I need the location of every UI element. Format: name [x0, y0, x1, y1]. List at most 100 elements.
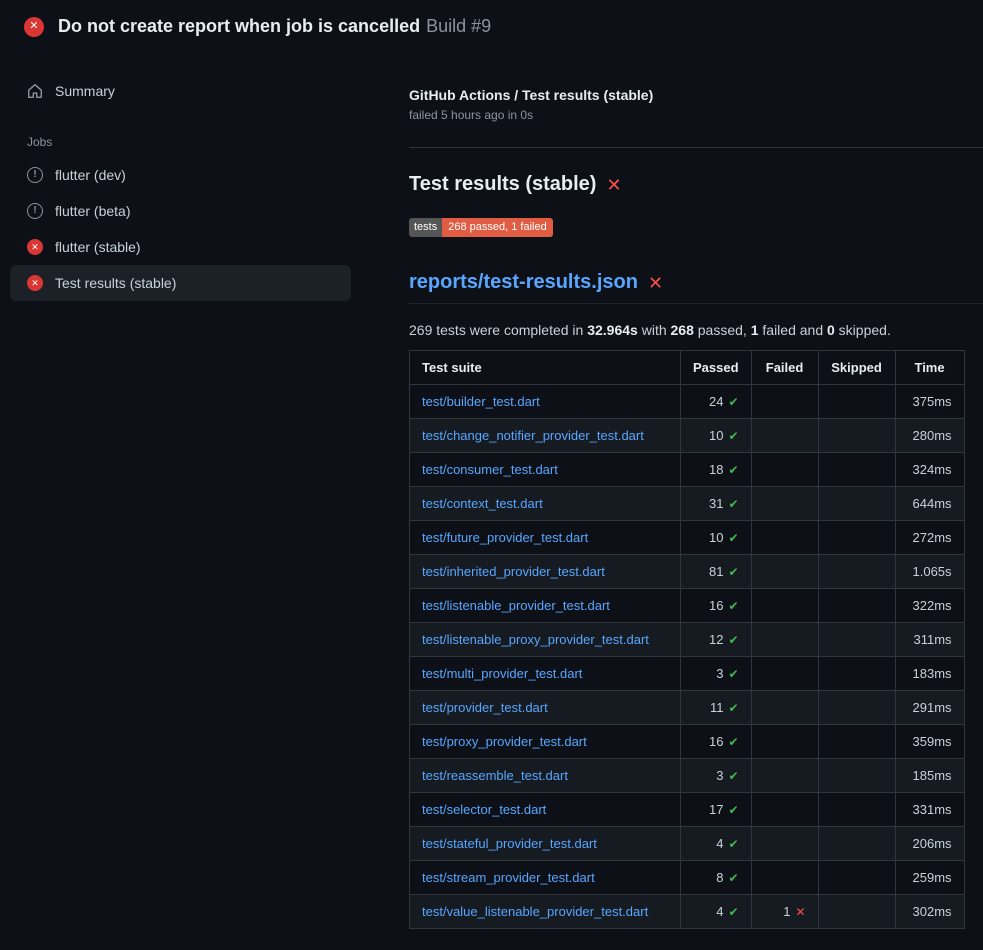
header-row: Test suite Passed Failed Skipped Time: [410, 351, 965, 385]
time-cell: 322ms: [895, 589, 964, 623]
skipped-cell: [818, 385, 895, 419]
summary-text: 269 tests were completed in: [409, 322, 587, 338]
failed-cell: [751, 657, 818, 691]
sidebar-item-summary[interactable]: Summary: [10, 73, 351, 109]
suite-cell: test/provider_test.dart: [410, 691, 681, 725]
sidebar: Summary Jobs ! flutter (dev) ! flutter (…: [0, 51, 361, 301]
suite-cell: test/context_test.dart: [410, 487, 681, 521]
suite-cell: test/stateful_provider_test.dart: [410, 827, 681, 861]
table-row: test/change_notifier_provider_test.dart 1…: [410, 419, 965, 453]
passed-cell: 31✔: [681, 487, 752, 521]
check-icon: ✔: [728, 667, 738, 681]
passed-count: 3: [716, 666, 723, 681]
passed-cell: 11✔: [681, 691, 752, 725]
home-icon: [27, 83, 43, 99]
passed-count: 17: [709, 802, 723, 817]
passed-count: 16: [709, 734, 723, 749]
suite-cell: test/builder_test.dart: [410, 385, 681, 419]
suite-cell: test/stream_provider_test.dart: [410, 861, 681, 895]
table-row: test/value_listenable_provider_test.dart…: [410, 895, 965, 929]
table-row: test/stream_provider_test.dart8✔259ms: [410, 861, 965, 895]
check-icon: ✔: [728, 837, 738, 851]
test-suite-link[interactable]: test/selector_test.dart: [422, 802, 546, 817]
test-suite-link[interactable]: test/change_notifier_provider_test.dart: [422, 428, 644, 443]
alert-circle-icon: !: [27, 167, 43, 183]
time-cell: 359ms: [895, 725, 964, 759]
failed-cell: [751, 861, 818, 895]
column-header-passed: Passed: [681, 351, 752, 385]
x-circle-icon: ✕: [27, 239, 43, 255]
table-row: test/reassemble_test.dart3✔185ms: [410, 759, 965, 793]
check-icon: ✔: [728, 905, 738, 919]
table-row: test/inherited_provider_test.dart81✔1.06…: [410, 555, 965, 589]
sidebar-item-label: Summary: [55, 83, 115, 99]
suite-cell: test/inherited_provider_test.dart: [410, 555, 681, 589]
test-suite-link[interactable]: test/listenable_proxy_provider_test.dart: [422, 632, 649, 647]
passed-cell: 4✔: [681, 827, 752, 861]
test-suite-link[interactable]: test/multi_provider_test.dart: [422, 666, 582, 681]
test-suite-link[interactable]: test/stream_provider_test.dart: [422, 870, 595, 885]
divider: [409, 147, 983, 148]
column-header-skipped: Skipped: [818, 351, 895, 385]
alert-glyph: !: [33, 170, 36, 180]
build-number: Build #9: [426, 16, 491, 36]
results-table: Test suite Passed Failed Skipped Time te…: [409, 350, 965, 929]
summary-duration: 32.964s: [587, 322, 638, 338]
report-title-link[interactable]: reports/test-results.json: [409, 271, 638, 294]
test-suite-link[interactable]: test/inherited_provider_test.dart: [422, 564, 605, 579]
skipped-cell: [818, 589, 895, 623]
section-title-text: Test results (stable): [409, 173, 596, 196]
failed-cell: [751, 725, 818, 759]
x-circle-icon: ✕: [24, 17, 44, 37]
sidebar-item-label: flutter (stable): [55, 239, 141, 255]
skipped-cell: [818, 419, 895, 453]
sidebar-item-flutter-stable[interactable]: ✕ flutter (stable): [10, 229, 351, 265]
check-icon: ✔: [728, 701, 738, 715]
test-suite-link[interactable]: test/listenable_provider_test.dart: [422, 598, 610, 613]
check-icon: ✔: [728, 633, 738, 647]
skipped-cell: [818, 895, 895, 929]
tests-badge: tests 268 passed, 1 failed: [409, 218, 553, 237]
test-suite-link[interactable]: test/stateful_provider_test.dart: [422, 836, 597, 851]
test-suite-link[interactable]: test/reassemble_test.dart: [422, 768, 568, 783]
passed-count: 12: [709, 632, 723, 647]
test-suite-link[interactable]: test/provider_test.dart: [422, 700, 548, 715]
table-row: test/builder_test.dart24✔375ms: [410, 385, 965, 419]
x-mark-icon: ✕: [795, 905, 805, 919]
test-suite-link[interactable]: test/future_provider_test.dart: [422, 530, 588, 545]
time-cell: 206ms: [895, 827, 964, 861]
suite-cell: test/future_provider_test.dart: [410, 521, 681, 555]
summary-text: failed and: [759, 322, 828, 338]
passed-count: 4: [716, 836, 723, 851]
failed-cell: [751, 419, 818, 453]
sidebar-item-flutter-dev[interactable]: ! flutter (dev): [10, 157, 351, 193]
suite-cell: test/reassemble_test.dart: [410, 759, 681, 793]
test-suite-link[interactable]: test/consumer_test.dart: [422, 462, 558, 477]
test-suite-link[interactable]: test/context_test.dart: [422, 496, 543, 511]
sidebar-item-test-results-stable[interactable]: ✕ Test results (stable): [10, 265, 351, 301]
passed-cell: 18✔: [681, 453, 752, 487]
check-run-page: ✕ Do not create report when job is cance…: [0, 0, 983, 929]
summary-text: with: [638, 322, 671, 338]
table-row: test/consumer_test.dart 18✔ 324ms: [410, 453, 965, 487]
content-layout: Summary Jobs ! flutter (dev) ! flutter (…: [0, 51, 983, 929]
passed-cell: 3✔: [681, 657, 752, 691]
failed-cell: [751, 521, 818, 555]
test-suite-link[interactable]: test/proxy_provider_test.dart: [422, 734, 587, 749]
test-suite-link[interactable]: test/builder_test.dart: [422, 394, 540, 409]
skipped-cell: [818, 555, 895, 589]
passed-count: 10: [709, 428, 723, 443]
summary-passed-count: 268: [671, 322, 694, 338]
test-suite-link[interactable]: test/value_listenable_provider_test.dart: [422, 904, 648, 919]
time-cell: 324ms: [895, 453, 964, 487]
check-icon: ✔: [728, 395, 738, 409]
x-mark-icon: ✕: [648, 274, 663, 292]
main-panel: GitHub Actions / Test results (stable) f…: [361, 51, 983, 929]
status-line: failed 5 hours ago in 0s: [409, 108, 983, 122]
section-title: Test results (stable) ✕: [409, 173, 983, 196]
passed-cell: 12 ✔: [681, 623, 752, 657]
results-table-head: Test suite Passed Failed Skipped Time: [410, 351, 965, 385]
failed-cell: [751, 759, 818, 793]
sidebar-item-flutter-beta[interactable]: ! flutter (beta): [10, 193, 351, 229]
skipped-cell: [818, 827, 895, 861]
